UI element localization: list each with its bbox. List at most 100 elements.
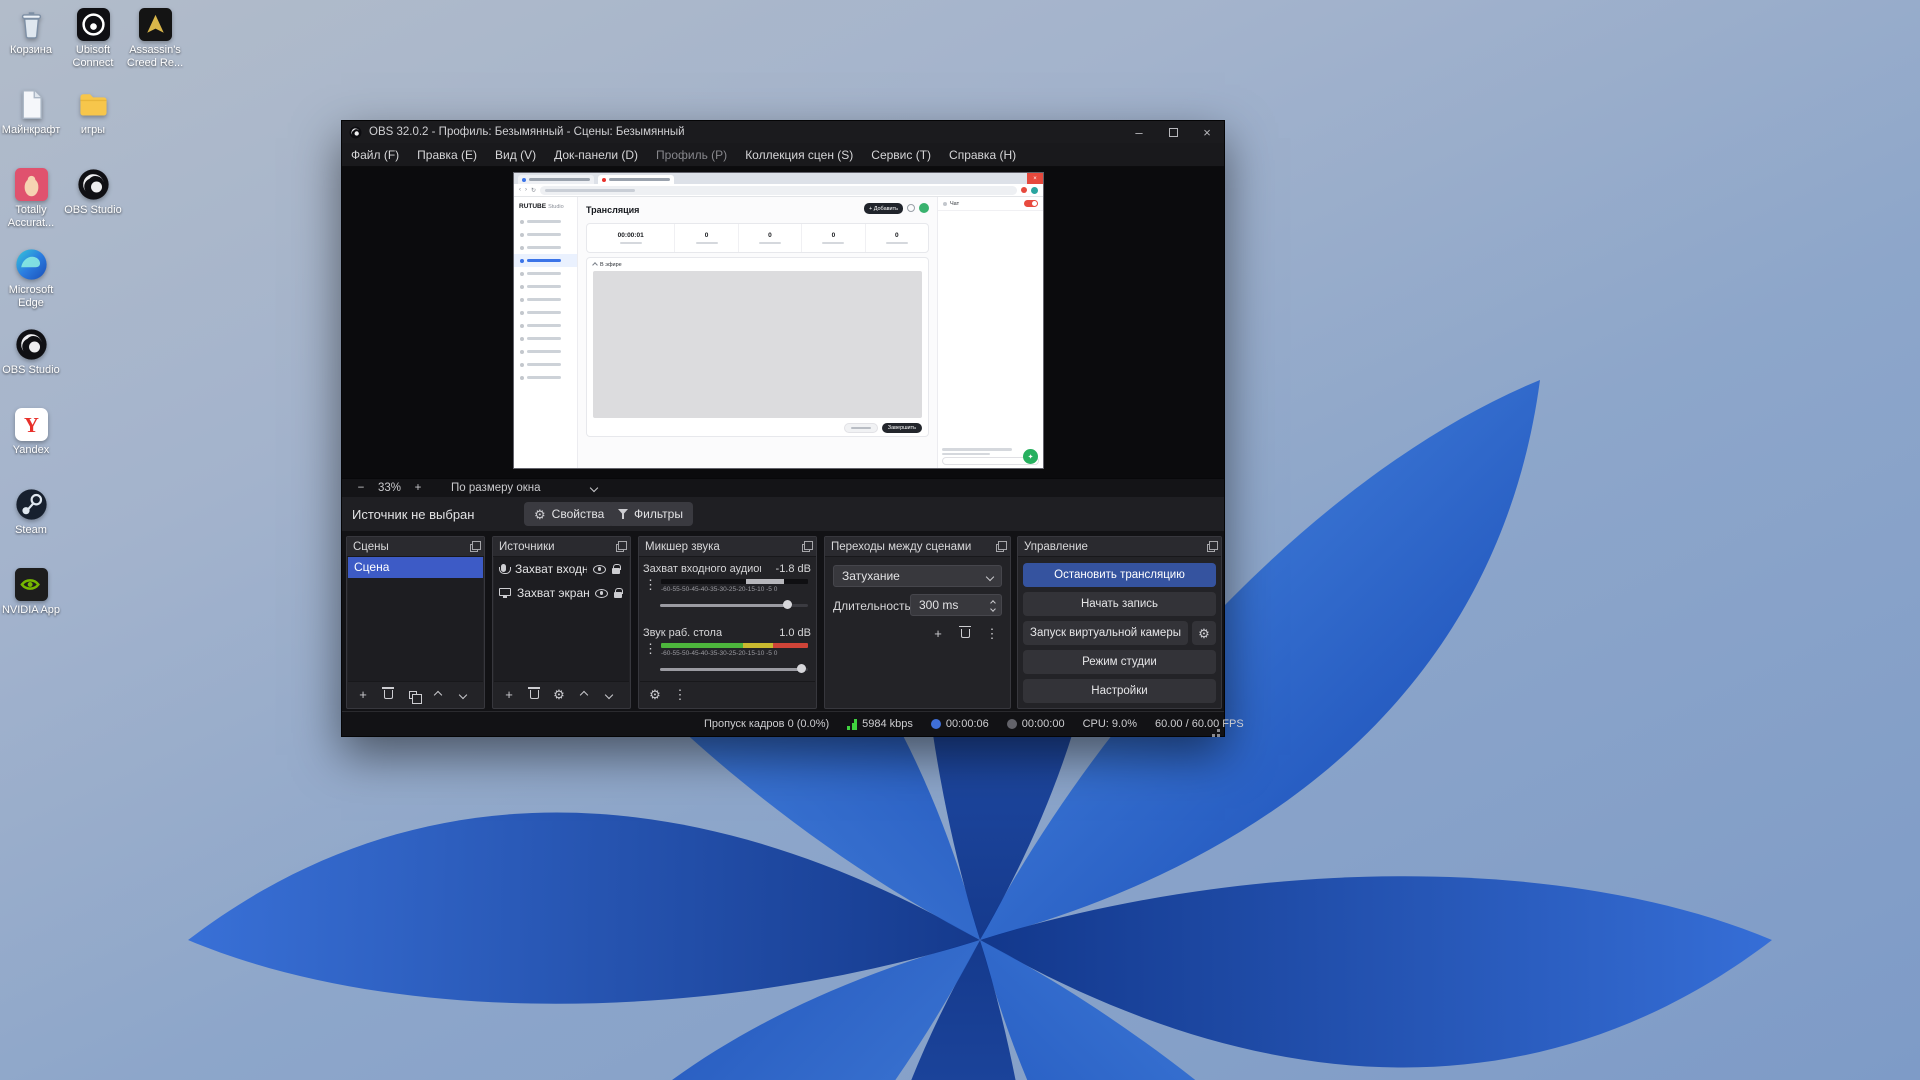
filters-button[interactable]: Фильтры <box>608 502 693 526</box>
menu-docks[interactable]: Док-панели (D) <box>545 143 647 167</box>
desktop-icon-yandex[interactable]: Y Yandex <box>0 408 62 457</box>
settings-button[interactable]: Настройки <box>1023 679 1216 703</box>
desktop-icon-microsoft-edge[interactable]: Microsoft Edge <box>0 248 62 309</box>
display-icon <box>499 588 511 596</box>
desktop-icon-ubisoft-connect[interactable]: Ubisoft Connect <box>62 8 124 69</box>
menu-tools[interactable]: Сервис (T) <box>862 143 940 167</box>
dots-icon: ⋮ <box>674 688 687 701</box>
svg-text:Y: Y <box>24 415 39 437</box>
desktop-icon-recycle-bin[interactable]: Корзина <box>0 8 62 57</box>
scenes-panel-header[interactable]: Сцены <box>347 537 484 557</box>
desktop-icon-totally-accurate[interactable]: Totally Accurat... <box>0 168 62 229</box>
spin-down-icon[interactable] <box>990 606 996 612</box>
advanced-audio-button[interactable]: ⚙ <box>643 685 667 705</box>
popout-icon[interactable] <box>1207 544 1215 552</box>
desktop-icon-obs-studio[interactable]: OBS Studio <box>62 168 124 217</box>
move-scene-down-button[interactable] <box>451 685 475 705</box>
add-transition-button[interactable]: + <box>926 623 950 643</box>
finish-stream-button: Завершить <box>882 423 922 433</box>
mixer-menu-button[interactable]: ⋮ <box>668 685 692 705</box>
menu-view[interactable]: Вид (V) <box>486 143 545 167</box>
mixer-panel-header[interactable]: Микшер звука <box>639 537 816 557</box>
yandex-icon: Y <box>15 408 48 441</box>
filters-grid-icon <box>409 691 417 699</box>
visibility-eye-icon[interactable] <box>595 589 608 598</box>
title-bar[interactable]: OBS 32.0.2 - Профиль: Безымянный - Сцены… <box>342 121 1224 143</box>
move-source-down-button[interactable] <box>597 685 621 705</box>
scene-item-selected[interactable]: Сцена <box>348 557 483 578</box>
zoom-out-button[interactable]: − <box>352 482 370 494</box>
studio-mode-button[interactable]: Режим студии <box>1023 650 1216 674</box>
move-scene-up-button[interactable] <box>426 685 450 705</box>
icon-label: NVIDIA App <box>2 604 60 617</box>
maximize-button[interactable] <box>1156 121 1190 143</box>
virtual-camera-settings-button[interactable]: ⚙ <box>1192 621 1216 645</box>
properties-button[interactable]: ⚙ Свойства <box>524 502 614 526</box>
volume-meter <box>661 579 808 584</box>
transition-select[interactable]: Затухание <box>833 565 1002 587</box>
popout-icon[interactable] <box>470 544 478 552</box>
sources-panel: Источники Захват входн... Захват экран..… <box>492 536 631 709</box>
close-button[interactable]: × <box>1190 121 1224 143</box>
folder-icon <box>77 88 110 121</box>
visibility-eye-icon[interactable] <box>593 565 606 574</box>
filter-icon <box>618 509 628 519</box>
zoom-in-button[interactable]: + <box>409 482 427 494</box>
menu-file[interactable]: Файл (F) <box>342 143 408 167</box>
desktop-icon-assassins-creed[interactable]: Assassin's Creed Re... <box>124 8 186 69</box>
sources-panel-header[interactable]: Источники <box>493 537 630 557</box>
popout-icon[interactable] <box>802 544 810 552</box>
audio-mixer-panel: Микшер звука Захват входного аудиопоток … <box>638 536 817 709</box>
add-source-button[interactable]: + <box>497 685 521 705</box>
transition-menu-button[interactable]: ⋮ <box>980 623 1004 643</box>
transitions-panel-header[interactable]: Переходы между сценами <box>825 537 1010 557</box>
desktop-icon-games-folder[interactable]: игры <box>62 88 124 137</box>
desktop-icon-nvidia-app[interactable]: NVIDIA App <box>0 568 62 617</box>
remove-source-button[interactable] <box>522 685 546 705</box>
popout-icon[interactable] <box>616 544 624 552</box>
url-text-bar <box>545 189 635 192</box>
volume-slider[interactable] <box>660 663 808 675</box>
desktop-icon-minecraft[interactable]: Майнкрафт <box>0 88 62 137</box>
zoom-fit-dropdown[interactable]: По размеру окна <box>451 482 603 494</box>
window-title: OBS 32.0.2 - Профиль: Безымянный - Сцены… <box>369 126 685 138</box>
move-source-up-button[interactable] <box>572 685 596 705</box>
sidebar-item <box>514 280 577 293</box>
channel-menu-button[interactable]: ⋮ <box>644 642 657 655</box>
mixer-channel-mic: Захват входного аудиопоток -1.8 dB ⋮ -60… <box>639 563 816 623</box>
browser-tab-active <box>598 175 674 184</box>
source-item[interactable]: Захват входн... <box>494 557 629 581</box>
desktop-icon-steam[interactable]: Steam <box>0 488 62 537</box>
minimize-button[interactable]: – <box>1122 121 1156 143</box>
source-item[interactable]: Захват экран... <box>494 581 629 605</box>
assassins-creed-icon <box>139 8 172 41</box>
menu-edit[interactable]: Правка (E) <box>408 143 486 167</box>
add-scene-button[interactable]: + <box>351 685 375 705</box>
spin-up-icon[interactable] <box>990 600 996 606</box>
virtual-camera-button[interactable]: Запуск виртуальной камеры <box>1023 621 1188 645</box>
popout-icon[interactable] <box>996 544 1004 552</box>
scene-filters-button[interactable] <box>401 685 425 705</box>
channel-db: 1.0 dB <box>779 627 811 639</box>
menu-help[interactable]: Справка (H) <box>940 143 1025 167</box>
remove-transition-button[interactable] <box>953 623 977 643</box>
source-properties-button[interactable]: ⚙ <box>547 685 571 705</box>
resize-grip[interactable] <box>1217 729 1220 732</box>
channel-menu-button[interactable]: ⋮ <box>644 578 657 591</box>
desktop-icon-obs-studio-2[interactable]: OBS Studio <box>0 328 62 377</box>
lock-icon[interactable] <box>614 592 622 598</box>
controls-panel-header[interactable]: Управление <box>1018 537 1221 557</box>
chat-label: Чат <box>950 201 959 207</box>
microphone-icon <box>501 564 506 572</box>
stop-streaming-button[interactable]: Остановить трансляцию <box>1023 563 1216 587</box>
no-source-message: Источник не выбран <box>352 507 474 522</box>
menu-profile[interactable]: Профиль (P) <box>647 143 736 167</box>
duration-spinbox[interactable]: 300 ms <box>910 594 1002 616</box>
start-recording-button[interactable]: Начать запись <box>1023 592 1216 616</box>
lock-icon[interactable] <box>612 568 620 574</box>
stat-cell: 0 <box>801 224 864 252</box>
remove-scene-button[interactable] <box>376 685 400 705</box>
menu-scene-collection[interactable]: Коллекция сцен (S) <box>736 143 862 167</box>
volume-slider[interactable] <box>660 599 808 611</box>
preview-canvas[interactable]: × ‹ › ↻ RUTUBE Studio <box>342 167 1224 478</box>
